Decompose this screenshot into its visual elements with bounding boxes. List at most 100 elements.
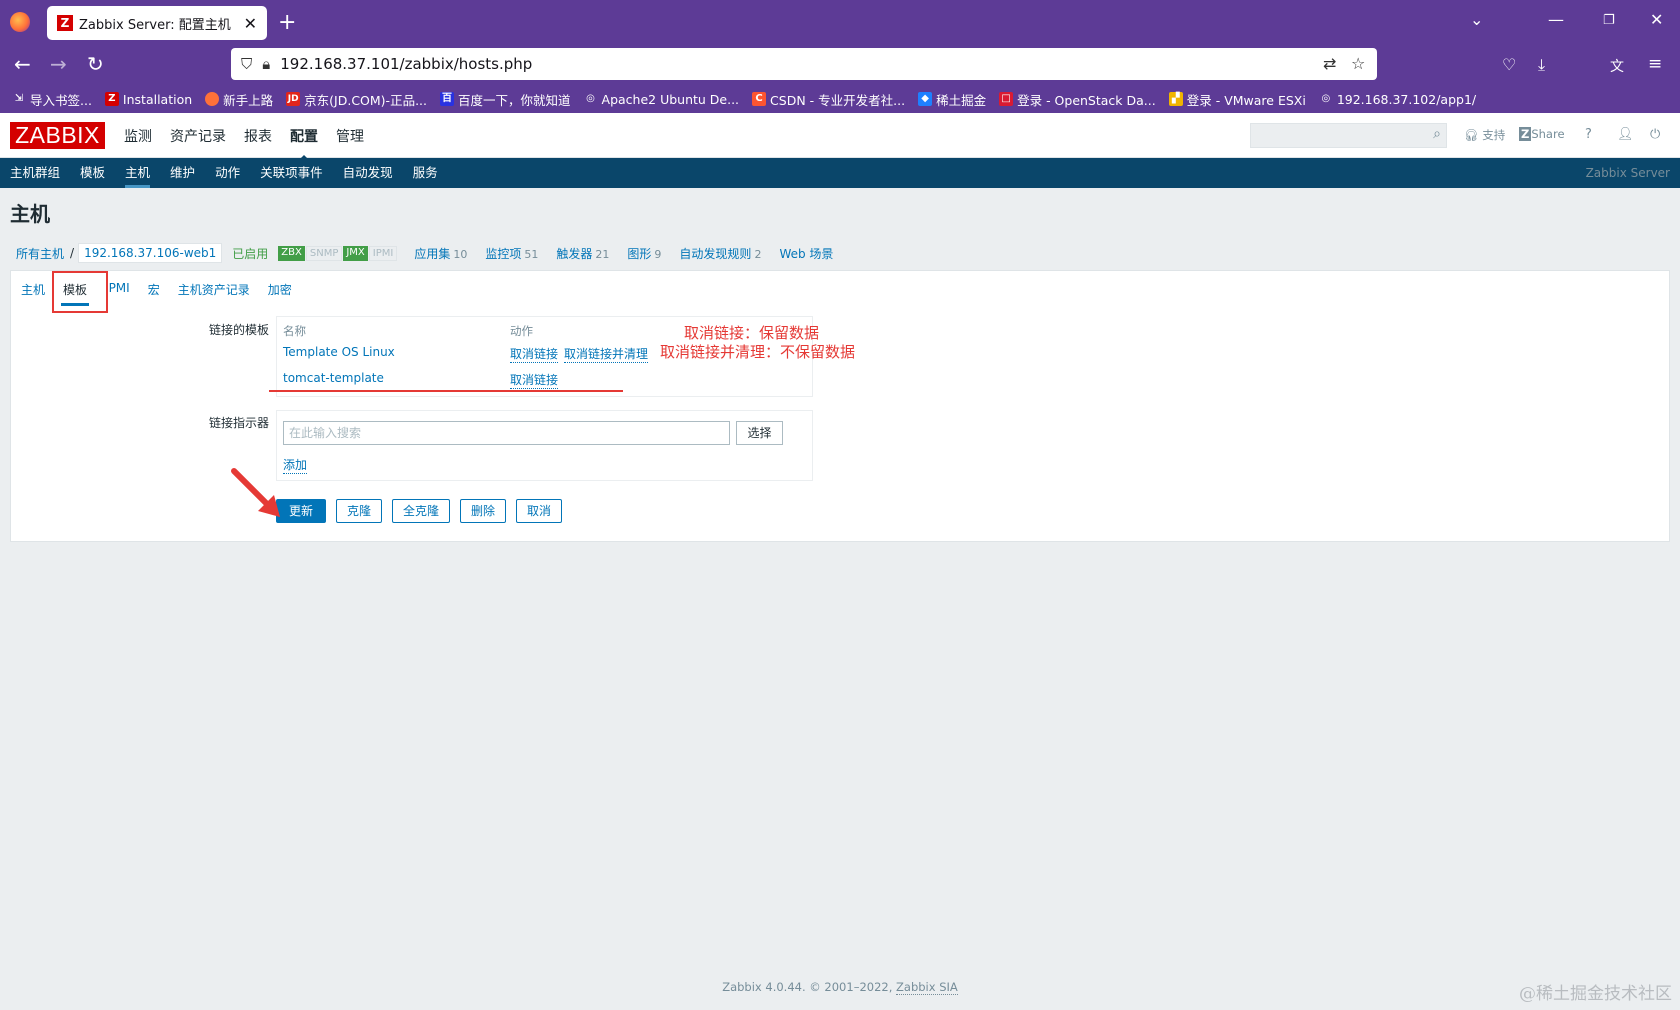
firefox-icon[interactable] bbox=[10, 12, 30, 32]
footer-company-link[interactable]: Zabbix SIA bbox=[896, 980, 958, 995]
unlink-button[interactable]: 取消链接 bbox=[510, 345, 559, 363]
tab-inventory[interactable]: 主机资产记录 bbox=[176, 277, 252, 306]
window-close-icon[interactable]: ✕ bbox=[1650, 10, 1663, 29]
forward-icon[interactable]: → bbox=[50, 52, 67, 76]
browser-tab-title: Zabbix Server: 配置主机 bbox=[79, 17, 231, 33]
new-tab-icon[interactable]: + bbox=[278, 10, 296, 35]
close-tab-icon[interactable]: ✕ bbox=[244, 14, 257, 33]
lock-icon[interactable]: 🔒︎ bbox=[262, 55, 270, 73]
unlink-and-clear-button[interactable]: 取消链接并清理 bbox=[564, 345, 649, 363]
support-link[interactable]: 🎧︎ 支持 bbox=[1464, 127, 1505, 143]
sub-menu: 主机群组 模板 主机 维护 动作 关联项事件 自动发现 服务 Zabbix Se… bbox=[0, 158, 1680, 188]
minimize-icon[interactable]: — bbox=[1548, 10, 1564, 29]
bookmark-label: 新手上路 bbox=[223, 92, 274, 108]
back-icon[interactable]: ← bbox=[14, 52, 31, 76]
global-search-input[interactable]: ⌕ bbox=[1250, 123, 1447, 148]
zbx-badge: ZBX bbox=[278, 245, 305, 261]
bookmark-item[interactable]: ⇲ 导入书签... bbox=[12, 90, 92, 109]
template-name-link[interactable]: tomcat-template bbox=[283, 371, 384, 385]
bookmark-item[interactable]: 新手上路 bbox=[205, 90, 273, 109]
main-menu-reports[interactable]: 报表 bbox=[244, 126, 272, 146]
breadcrumb-host[interactable]: 192.168.37.106-web1 bbox=[78, 243, 223, 263]
clone-button[interactable]: 克隆 bbox=[336, 499, 383, 523]
url-text[interactable]: 192.168.37.101/zabbix/hosts.php bbox=[280, 55, 532, 73]
vmware-icon: ▞ bbox=[1168, 92, 1183, 106]
zabbix-logo[interactable]: ZABBIX bbox=[10, 122, 105, 149]
delete-button[interactable]: 删除 bbox=[460, 499, 507, 523]
sub-menu-templates[interactable]: 模板 bbox=[80, 158, 105, 188]
zabbix-header: ZABBIX 监测 资产记录 报表 配置 管理 ⌕ 🎧︎ 支持 Z Share ?… bbox=[0, 113, 1680, 162]
snmp-badge: SNMP bbox=[305, 245, 343, 261]
full-clone-button[interactable]: 全克隆 bbox=[392, 499, 451, 523]
sub-menu-event-correlation[interactable]: 关联项事件 bbox=[260, 158, 323, 188]
host-link-discovery-rules[interactable]: 自动发现规则 2 bbox=[679, 245, 761, 262]
status-enabled[interactable]: 已启用 bbox=[232, 245, 268, 262]
bookmark-item[interactable]: ◎ Apache2 Ubuntu De... bbox=[584, 91, 740, 107]
menu-icon[interactable]: ≡ bbox=[1648, 54, 1662, 74]
host-link-label: 图形 bbox=[627, 246, 652, 261]
support-label: 支持 bbox=[1482, 128, 1506, 142]
tab-encryption[interactable]: 加密 bbox=[266, 277, 294, 306]
globe-icon: ◎ bbox=[1321, 93, 1331, 104]
help-icon[interactable]: ? bbox=[1585, 127, 1592, 142]
tab-host[interactable]: 主机 bbox=[19, 277, 47, 306]
tracking-shield-icon[interactable]: ⛉ bbox=[241, 55, 252, 73]
jd-icon: JD bbox=[286, 92, 301, 106]
breadcrumb-all-hosts[interactable]: 所有主机 bbox=[10, 245, 64, 262]
bookmark-label: Apache2 Ubuntu De... bbox=[601, 91, 740, 107]
download-icon[interactable]: ⤓ bbox=[1538, 55, 1545, 75]
tab-macros[interactable]: 宏 bbox=[146, 277, 162, 306]
annotation-unlink: 取消链接：保留数据 bbox=[684, 324, 820, 342]
main-menu-configuration[interactable]: 配置 bbox=[290, 126, 318, 162]
bookmark-item[interactable]: JD 京东(JD.COM)-正品... bbox=[286, 90, 427, 109]
host-link-graphs[interactable]: 图形 9 bbox=[627, 245, 661, 262]
bookmark-item[interactable]: Z Installation bbox=[104, 92, 192, 107]
host-link-applications[interactable]: 应用集 10 bbox=[414, 245, 467, 262]
sub-menu-host-groups[interactable]: 主机群组 bbox=[10, 158, 60, 188]
reload-icon[interactable]: ↻ bbox=[87, 52, 104, 76]
bookmark-star-icon[interactable]: ☆ bbox=[1351, 54, 1365, 73]
browser-tab[interactable]: Z Zabbix Server: 配置主机 ✕ bbox=[47, 6, 267, 40]
pocket-icon[interactable]: ♡ bbox=[1502, 55, 1516, 74]
translate-extension-icon[interactable]: 文 bbox=[1610, 56, 1624, 76]
sub-menu-maintenance[interactable]: 维护 bbox=[170, 158, 195, 188]
translate-icon[interactable]: ⇄ bbox=[1323, 54, 1336, 73]
host-navigation: 所有主机 / 192.168.37.106-web1 已启用 ZBX SNMP … bbox=[10, 240, 1670, 266]
template-search-input[interactable]: 在此输入搜索 bbox=[283, 421, 730, 445]
bookmark-item[interactable]: □ 登录 - OpenStack Da... bbox=[999, 90, 1156, 109]
bookmark-item[interactable]: ▞ 登录 - VMware ESXi bbox=[1168, 90, 1306, 109]
share-link[interactable]: Z Share bbox=[1519, 127, 1565, 141]
csdn-icon: C bbox=[752, 92, 767, 106]
zabbix-icon: Z bbox=[104, 92, 119, 106]
host-link-triggers[interactable]: 触发器 21 bbox=[556, 245, 609, 262]
host-link-label: Web 场景 bbox=[779, 246, 834, 261]
list-tabs-icon[interactable]: ⌄ bbox=[1470, 10, 1483, 29]
sub-menu-hosts[interactable]: 主机 bbox=[125, 158, 151, 188]
sub-menu-services[interactable]: 服务 bbox=[413, 158, 438, 188]
sub-menu-actions[interactable]: 动作 bbox=[215, 158, 240, 188]
restore-icon[interactable]: ❐ bbox=[1603, 13, 1615, 28]
select-button[interactable]: 选择 bbox=[736, 421, 783, 445]
footer-text: Zabbix 4.0.44. © 2001–2022, bbox=[722, 980, 897, 994]
main-menu-inventory[interactable]: 资产记录 bbox=[170, 126, 226, 146]
user-profile-icon[interactable]: 👤︎ bbox=[1617, 127, 1634, 142]
address-bar[interactable]: ⛉ 🔒︎ 192.168.37.101/zabbix/hosts.php ⇄ ☆ bbox=[231, 48, 1377, 80]
bookmark-item[interactable]: 百百度一下，你就知道 bbox=[440, 90, 571, 109]
sign-out-icon[interactable]: ⏻ bbox=[1650, 127, 1660, 142]
host-link-label: 应用集 bbox=[414, 246, 451, 261]
host-link-web-scenarios[interactable]: Web 场景 bbox=[779, 245, 833, 262]
main-menu-monitoring[interactable]: 监测 bbox=[124, 126, 152, 146]
main-menu-administration[interactable]: 管理 bbox=[336, 126, 364, 146]
host-link-label: 自动发现规则 bbox=[679, 246, 752, 261]
host-link-items[interactable]: 监控项 51 bbox=[485, 245, 538, 262]
template-name-link[interactable]: Template OS Linux bbox=[283, 345, 395, 359]
cancel-button[interactable]: 取消 bbox=[516, 499, 563, 523]
search-icon[interactable]: ⌕ bbox=[1433, 126, 1441, 142]
annotation-unlink-clear: 取消链接并清理：不保留数据 bbox=[660, 343, 856, 361]
bookmark-item[interactable]: C CSDN - 专业开发者社... bbox=[752, 90, 905, 109]
sub-menu-discovery[interactable]: 自动发现 bbox=[343, 158, 393, 188]
bookmark-item[interactable]: ◎ 192.168.37.102/app1/ bbox=[1319, 92, 1476, 107]
bookmark-item[interactable]: ◆ 稀土掘金 bbox=[918, 90, 986, 109]
host-link-count: 2 bbox=[754, 247, 762, 261]
unlink-button[interactable]: 取消链接 bbox=[510, 371, 559, 389]
